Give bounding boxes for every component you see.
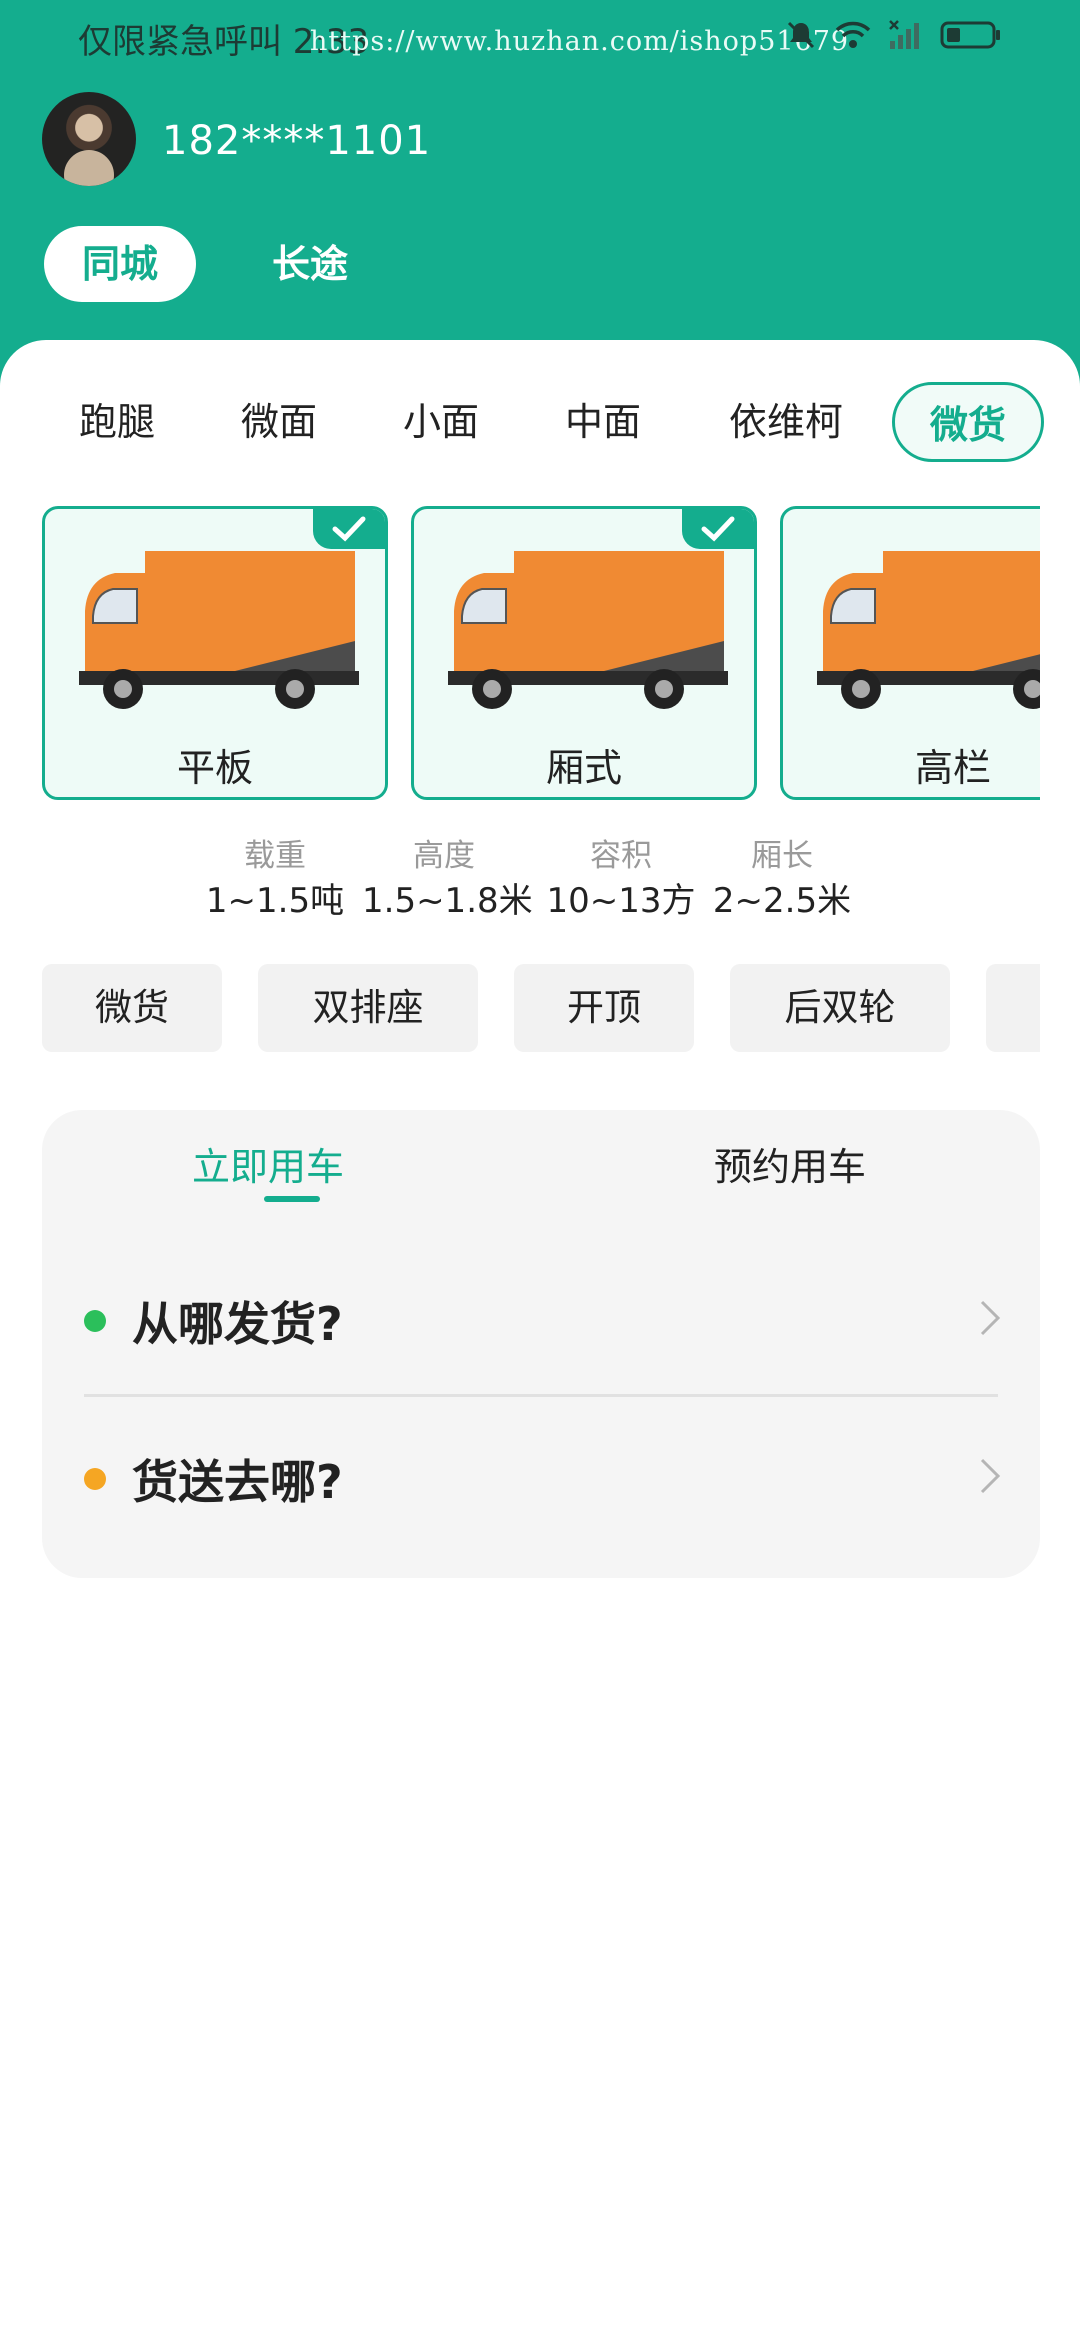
order-panel: 立即用车 预约用车 从哪发货? 货送去哪? (42, 1110, 1040, 1578)
vehicle-category-bar: 跑腿 微面 小面 中面 依维柯 微货 (0, 382, 1080, 466)
vehicle-specs: 载重 1~1.5吨 高度 1.5~1.8米 容积 10~13方 厢长 2~2.5… (0, 834, 1080, 924)
truck-image (448, 551, 728, 709)
feature-tag-micro-truck[interactable]: 微货 (42, 964, 222, 1052)
pickup-dot (84, 1310, 106, 1332)
truck-card-box[interactable]: 厢式 (411, 506, 757, 800)
tab-use-now[interactable]: 立即用车 (192, 1136, 344, 1191)
dropoff-address-label: 货送去哪? (132, 1455, 343, 1509)
spec-value: 2~2.5米 (712, 881, 852, 921)
dropoff-address-row[interactable]: 货送去哪? (42, 1428, 1040, 1528)
user-phone: 182****1101 (162, 118, 432, 164)
pickup-address-row[interactable]: 从哪发货? (42, 1270, 1040, 1370)
divider (84, 1394, 998, 1397)
spec-value: 1~1.5吨 (205, 881, 345, 921)
bell-muted-icon (787, 21, 815, 49)
category-item-small-van[interactable]: 小面 (384, 382, 498, 462)
truck-type-label: 平板 (176, 746, 253, 790)
feature-tag-double-cab[interactable]: 双排座 (258, 964, 478, 1052)
spec-label: 高度 (413, 838, 475, 874)
spec-label: 容积 (590, 838, 652, 874)
feature-tags: 微货 双排座 开顶 后双轮 (42, 964, 1040, 1054)
spec-label: 载重 (244, 838, 306, 874)
tab-same-city[interactable]: 同城 (44, 226, 196, 302)
category-item-micro-van[interactable]: 微面 (222, 382, 336, 462)
feature-tag-open-top[interactable]: 开顶 (514, 964, 694, 1052)
truck-type-label: 高栏 (914, 746, 991, 790)
feature-tag-rear-dual-wheel[interactable]: 后双轮 (730, 964, 950, 1052)
spec-label: 厢长 (751, 838, 813, 874)
spec-height: 高度 1.5~1.8米 (362, 834, 533, 924)
battery-icon (940, 21, 1000, 49)
active-tab-indicator (264, 1196, 320, 1202)
watermark-text: https://www.huzhan.com/ishop51679 (310, 26, 850, 57)
spec-value: 1.5~1.8米 (362, 881, 533, 921)
truck-type-label: 厢式 (545, 746, 622, 790)
truck-type-list: 平板 厢式 高栏 (42, 506, 1040, 804)
chevron-right-icon (980, 1458, 1001, 1494)
dropoff-dot (84, 1468, 106, 1490)
status-bar: 仅限紧急呼叫 2:33 https://www.huzhan.com/ishop… (0, 0, 1080, 80)
truck-image (79, 551, 359, 709)
pickup-address-label: 从哪发货? (132, 1297, 343, 1351)
category-item-micro-truck[interactable]: 微货 (892, 382, 1044, 462)
chevron-right-icon (980, 1300, 1001, 1336)
truck-card-flatbed[interactable]: 平板 (42, 506, 388, 800)
feature-tag-more[interactable] (986, 964, 1040, 1052)
wifi-icon (835, 21, 871, 48)
spec-volume: 容积 10~13方 (546, 834, 696, 924)
tab-long-distance[interactable]: 长途 (250, 226, 370, 302)
spec-load: 载重 1~1.5吨 (200, 834, 350, 924)
signal-icon (889, 20, 919, 49)
truck-image (817, 551, 1040, 709)
avatar[interactable] (42, 92, 136, 186)
status-icons (784, 18, 1002, 52)
truck-card-high-rail[interactable]: 高栏 (780, 506, 1040, 800)
tab-reserve[interactable]: 预约用车 (714, 1136, 866, 1191)
category-item-errand[interactable]: 跑腿 (60, 382, 174, 462)
spec-length: 厢长 2~2.5米 (712, 834, 852, 924)
spec-value: 10~13方 (546, 881, 696, 921)
category-item-medium-van[interactable]: 中面 (546, 382, 660, 462)
category-item-iveco[interactable]: 依维柯 (716, 382, 856, 462)
